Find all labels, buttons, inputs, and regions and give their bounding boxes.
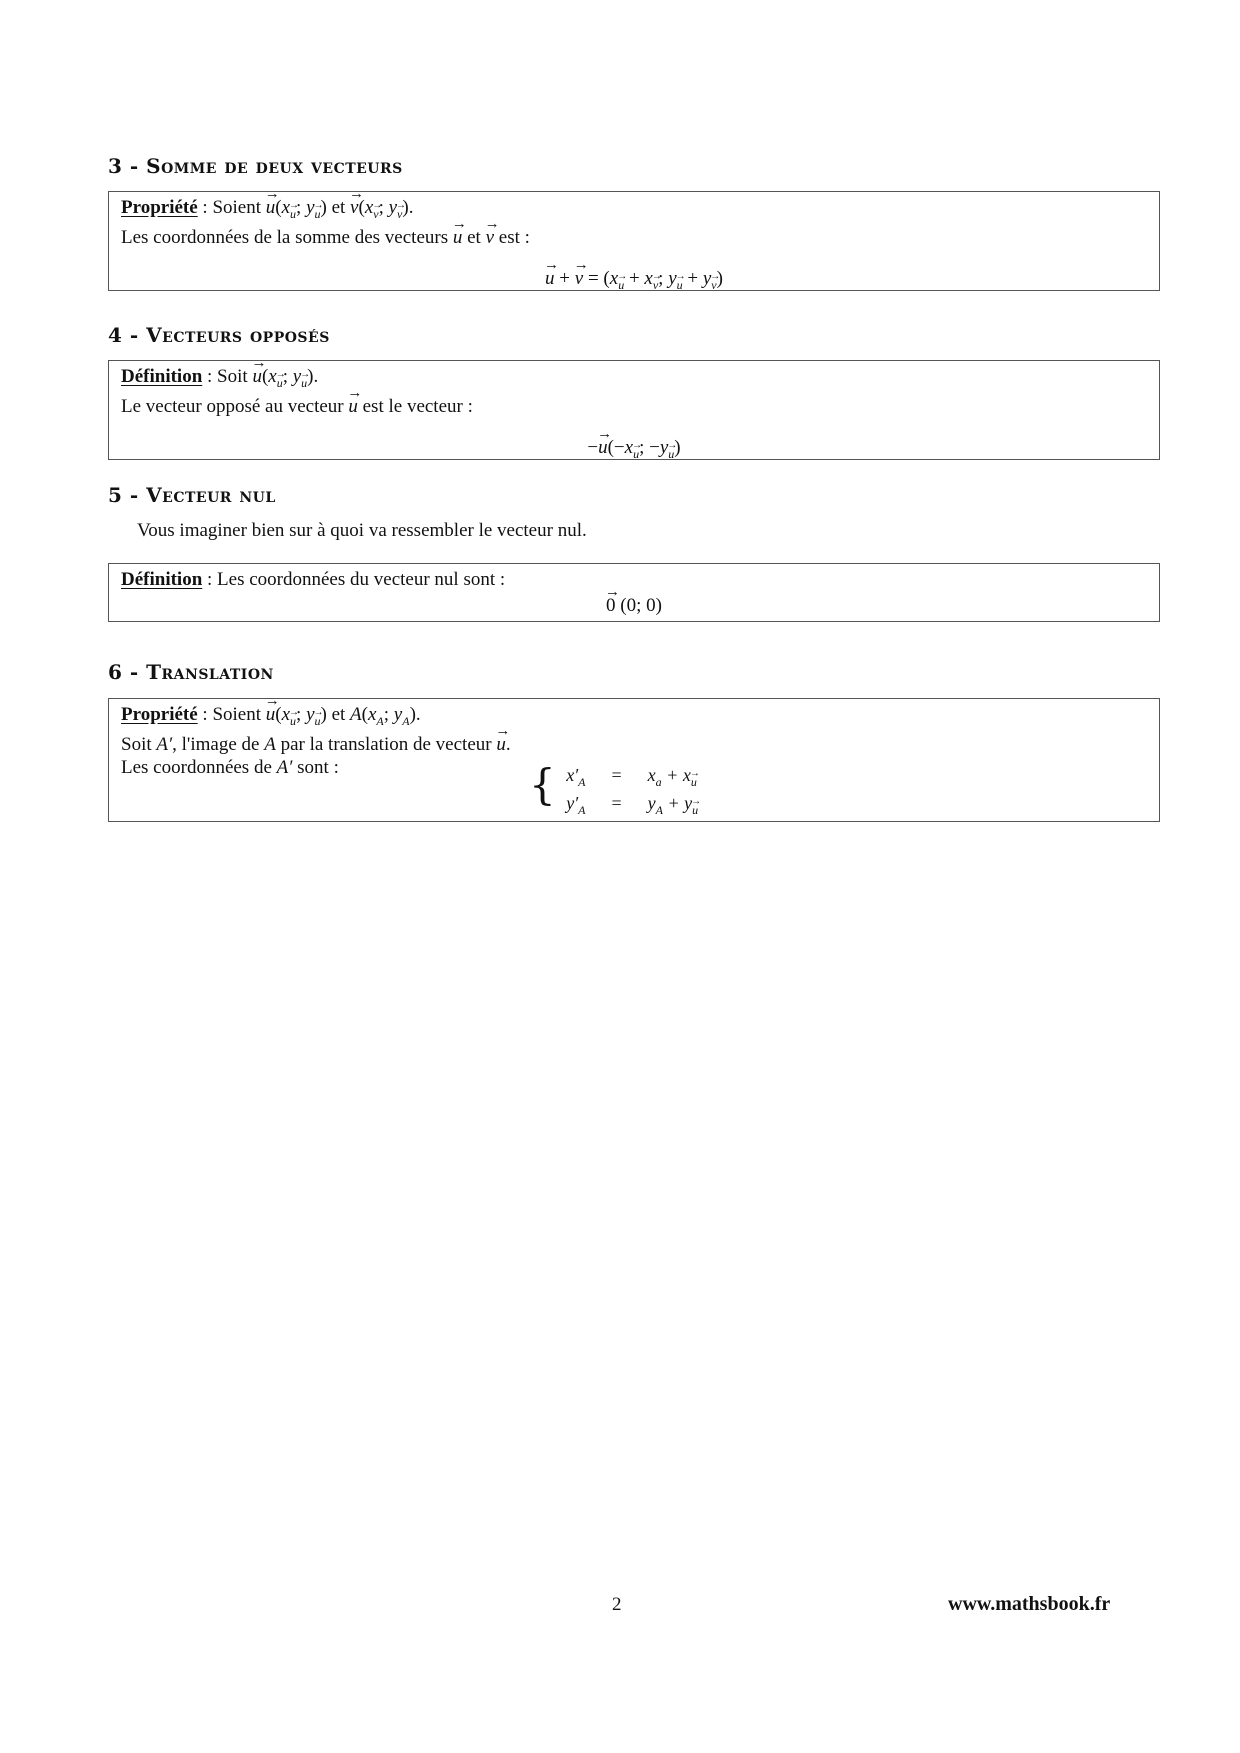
text-segment: Les coordonnées de [121, 757, 272, 778]
vector-v-sub: v [372, 194, 383, 226]
property-line-1: Propriété : Soient u(xu; yu) et v(xv; yv… [121, 183, 1147, 226]
property-label: Propriété [121, 197, 198, 218]
definition-label: Définition [121, 366, 203, 387]
section-6-title: 6 - Translation [108, 660, 274, 684]
section-6-property-box: Propriété : Soient u(xu; yu) et A(xA; yA… [108, 690, 1160, 822]
section-5-intro: Vous imaginer bien sur à quoi va ressemb… [137, 520, 587, 541]
system-op-1: = [611, 765, 622, 785]
null-vector-formula: 0 (0; 0) [121, 581, 1147, 617]
vector-u: u [347, 382, 361, 418]
vector-u: u [265, 183, 279, 219]
section-5-definition-box: Définition : Les coordonnées du vecteur … [108, 563, 1160, 622]
definition-line-1: Définition : Soit u(xu; yu). [121, 352, 1147, 395]
vector-u-sub: u [617, 265, 627, 297]
section-5-title: 5 - Vecteur nul [108, 483, 276, 507]
property-line-1: Propriété : Soient u(xu; yu) et A(xA; yA… [121, 690, 1147, 733]
text-segment: Soit [121, 734, 152, 755]
vector-u-sub: u [676, 265, 686, 297]
vector-u: u [251, 352, 265, 388]
text-segment: sont : [297, 757, 339, 778]
system-rows: x′A = xa + xu y′A = yA + yu [566, 763, 701, 821]
vector-v: v [349, 183, 365, 219]
system-lhs-1: x′A [566, 765, 586, 789]
property-line-2: Soit A′, l'image de A par la translation… [121, 720, 1147, 756]
word-et: et [331, 197, 346, 218]
left-brace-icon: { [529, 760, 556, 809]
vector-u: u [452, 213, 466, 249]
vector-v: v [574, 254, 590, 290]
document-page: 3 - Somme de deux vecteurs Propriété : S… [0, 0, 1240, 1753]
word-et: et [331, 704, 346, 725]
vector-u-sub: u [289, 194, 299, 226]
vector-u-sub: u [667, 434, 677, 466]
text-segment: , l'image de [172, 734, 260, 755]
property-intro: : Soient [202, 197, 266, 218]
point-A: A [264, 734, 276, 755]
section-3-property-box: Propriété : Soient u(xu; yu) et v(xv; yv… [108, 183, 1160, 292]
vector-u: u [265, 690, 279, 726]
system-rhs-2: yA + yu [648, 791, 701, 821]
text-segment: Le vecteur opposé au vecteur [121, 396, 344, 417]
text-segment: est le vecteur : [362, 396, 473, 417]
vector-zero: 0 [605, 581, 619, 617]
text-segment: est : [498, 227, 530, 248]
vector-v: v [485, 213, 501, 249]
vector-u-sub: u [632, 434, 642, 466]
point-A: A [350, 704, 362, 725]
point-A-prime: A′ [276, 757, 293, 778]
text-segment: par la translation de vecteur [280, 734, 492, 755]
section-3-title: 3 - Somme de deux vecteurs [108, 154, 403, 178]
vector-u-sub: u [300, 363, 310, 395]
definition-intro: : Soit [207, 366, 253, 387]
system-rhs-1: xa + xu [648, 763, 700, 793]
property-intro: : Soient [202, 704, 266, 725]
system-lhs-2: y′A [566, 793, 586, 817]
null-coordinates: (0; 0) [620, 595, 662, 616]
opposite-formula: −u(−xu; −yu) [121, 423, 1147, 466]
website-link[interactable]: www.mathsbook.fr [948, 1593, 1110, 1616]
property-line-2: Les coordonnées de la somme des vecteurs… [121, 213, 1147, 249]
definition-line-2: Le vecteur opposé au vecteur u est le ve… [121, 382, 1147, 418]
definition-intro: : Les coordonnées du vecteur nul sont : [207, 569, 506, 590]
vector-v-sub: v [396, 194, 407, 226]
point-A-prime: A′ [156, 734, 173, 755]
vector-v-sub: v [710, 265, 721, 297]
text-segment: Les coordonnées de la somme des vecteurs [121, 227, 449, 248]
word-et: et [467, 227, 481, 248]
sum-formula: u + v = (xu + xv; yu + yv) [121, 254, 1147, 297]
vector-u-sub: u [314, 701, 324, 733]
vector-u: u [544, 254, 558, 290]
system-op-2: = [611, 793, 622, 813]
section-4-definition-box: Définition : Soit u(xu; yu). Le vecteur … [108, 352, 1160, 461]
definition-label: Définition [121, 569, 203, 590]
translation-system: { x′A = xa + xu y′A = yA + yu [529, 763, 701, 821]
page-number: 2 [612, 1594, 622, 1615]
vector-u-sub: u [314, 194, 324, 226]
vector-u: u [495, 720, 509, 756]
vector-u-sub: u [289, 701, 299, 733]
vector-v-sub: v [652, 265, 663, 297]
vector-u-sub: u [276, 363, 286, 395]
property-label: Propriété [121, 704, 198, 725]
definition-line-1: Définition : Les coordonnées du vecteur … [121, 568, 1147, 591]
section-4-title: 4 - Vecteurs opposés [108, 323, 330, 347]
vector-u: u [597, 423, 611, 459]
